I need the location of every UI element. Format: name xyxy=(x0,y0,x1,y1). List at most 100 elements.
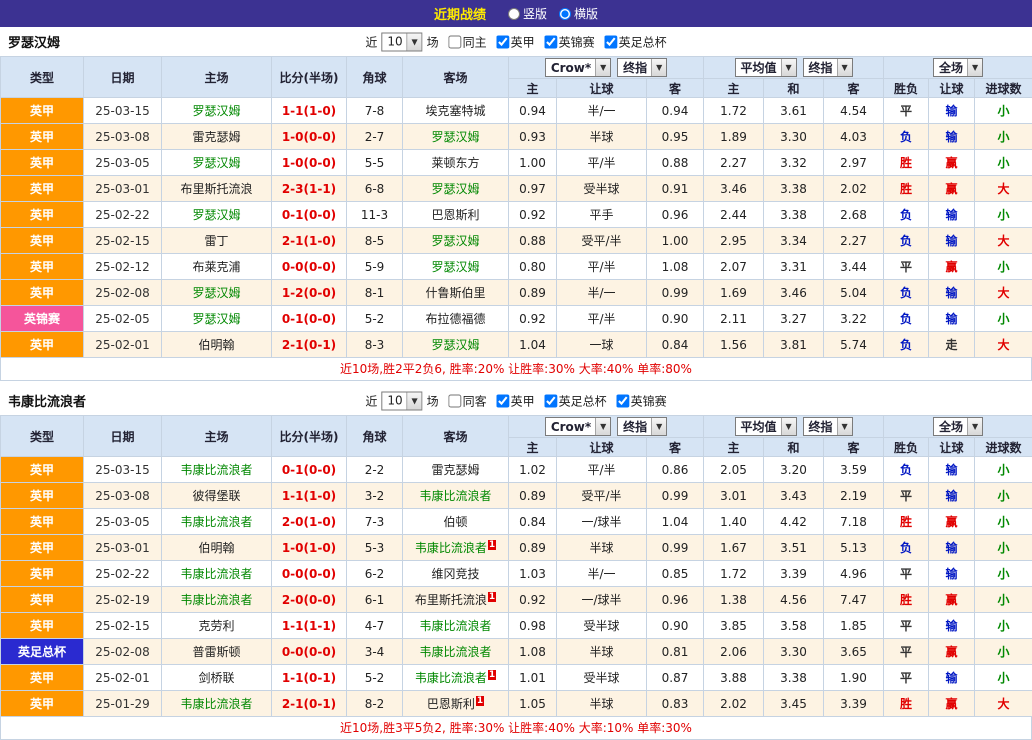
team-name: 埃克塞特城 xyxy=(425,104,485,118)
team-name: 布里斯托流浪 xyxy=(415,593,487,607)
filter-same-away-checkbox[interactable] xyxy=(449,394,462,407)
away-team: 埃克塞特城 xyxy=(403,98,509,124)
filter-same-home-checkbox[interactable] xyxy=(449,35,462,48)
ah-line: 半球 xyxy=(557,124,647,150)
filter-fa-cup[interactable]: 英足总杯 xyxy=(605,33,667,50)
filter-fa-cup-checkbox[interactable] xyxy=(605,35,618,48)
page-title: 近期战绩 xyxy=(434,4,486,23)
away-team: 韦康比流浪者 xyxy=(403,483,509,509)
layout-vertical-radio[interactable] xyxy=(508,8,520,20)
matches-body: 英甲25-03-15韦康比流浪者0-1(0-0)2-2雷克瑟姆1.02平/半0.… xyxy=(1,457,1032,717)
asian-odds-group: Crow*▼ 终指▼ xyxy=(509,57,704,79)
layout-horizontal-radio[interactable] xyxy=(559,8,571,20)
match-date: 25-03-15 xyxy=(84,457,162,483)
average-select[interactable]: 平均值▼ xyxy=(735,58,797,77)
euro-home-odds: 2.07 xyxy=(704,254,764,280)
filter-label: 同客 xyxy=(463,392,487,409)
away-team: 韦康比流浪者 xyxy=(403,639,509,665)
handicap-result: 输 xyxy=(929,306,975,332)
bookmaker-select[interactable]: Crow*▼ xyxy=(545,58,611,77)
match-row: 英甲25-02-19韦康比流浪者2-0(0-0)6-1布里斯托流浪10.92一/… xyxy=(1,587,1032,613)
filter-league-one[interactable]: 英甲 xyxy=(497,392,535,409)
euro-home-odds: 1.72 xyxy=(704,98,764,124)
filter-league-one-checkbox[interactable] xyxy=(497,394,510,407)
col-header-eu-home: 主 xyxy=(704,79,764,98)
ah-line: 半球 xyxy=(557,639,647,665)
league-badge: 英锦赛 xyxy=(1,306,84,332)
layout-option-vertical[interactable]: 竖版 xyxy=(508,5,547,22)
euro-home-odds: 1.56 xyxy=(704,332,764,358)
average-stage-select[interactable]: 终指▼ xyxy=(803,417,853,436)
section-wycombe: 韦康比流浪者 近 10▼ 场 同客 英甲 英足总杯 英锦赛 类型 xyxy=(0,386,1032,740)
corners: 6-8 xyxy=(347,176,403,202)
recent-count-select[interactable]: 10▼ xyxy=(381,391,422,410)
filter-label: 英甲 xyxy=(511,33,535,50)
filter-same-away[interactable]: 同客 xyxy=(449,392,487,409)
filter-fa-cup[interactable]: 英足总杯 xyxy=(545,392,607,409)
recent-results-panel: 近期战绩 竖版 横版 罗瑟汉姆 近 10▼ 场 同主 英甲 英锦赛 英足总杯 xyxy=(0,0,1032,740)
bookmaker-select[interactable]: Crow*▼ xyxy=(545,417,611,436)
ah-home-odds: 1.03 xyxy=(509,561,557,587)
match-row: 英甲25-03-05韦康比流浪者2-0(1-0)7-3伯顿0.84一/球半1.0… xyxy=(1,509,1032,535)
filter-league-one[interactable]: 英甲 xyxy=(497,33,535,50)
ah-line: 一球 xyxy=(557,332,647,358)
ah-away-odds: 0.88 xyxy=(647,150,704,176)
goals-result: 小 xyxy=(975,306,1032,332)
filter-efl-trophy-checkbox[interactable] xyxy=(617,394,630,407)
col-header-eu-away: 客 xyxy=(824,438,884,457)
euro-draw-odds: 3.51 xyxy=(764,535,824,561)
match-result: 负 xyxy=(884,332,929,358)
team-name: 雷克瑟姆 xyxy=(431,463,479,477)
ah-line: 受半球 xyxy=(557,613,647,639)
filter-efl-trophy-checkbox[interactable] xyxy=(545,35,558,48)
match-result: 负 xyxy=(884,124,929,150)
ah-home-odds: 0.92 xyxy=(509,306,557,332)
bookmaker-stage-select[interactable]: 终指▼ xyxy=(617,417,667,436)
league-badge: 英甲 xyxy=(1,587,84,613)
col-header-corners: 角球 xyxy=(347,57,403,98)
goals-result: 大 xyxy=(975,332,1032,358)
ah-home-odds: 1.04 xyxy=(509,332,557,358)
match-result: 负 xyxy=(884,457,929,483)
corners: 11-3 xyxy=(347,202,403,228)
corners: 7-3 xyxy=(347,509,403,535)
team-name: 什鲁斯伯里 xyxy=(425,286,485,300)
filter-fa-cup-checkbox[interactable] xyxy=(545,394,558,407)
euro-draw-odds: 3.34 xyxy=(764,228,824,254)
scope-select[interactable]: 全场▼ xyxy=(933,58,983,77)
handicap-result: 输 xyxy=(929,98,975,124)
col-header-date: 日期 xyxy=(84,416,162,457)
filter-efl-trophy[interactable]: 英锦赛 xyxy=(617,392,667,409)
euro-home-odds: 2.05 xyxy=(704,457,764,483)
ah-home-odds: 1.01 xyxy=(509,665,557,691)
scope-select[interactable]: 全场▼ xyxy=(933,417,983,436)
match-date: 25-02-01 xyxy=(84,665,162,691)
filter-efl-trophy[interactable]: 英锦赛 xyxy=(545,33,595,50)
handicap-result: 输 xyxy=(929,457,975,483)
col-header-ah-line: 让球 xyxy=(557,79,647,98)
goals-result: 小 xyxy=(975,457,1032,483)
recent-count-select[interactable]: 10▼ xyxy=(381,32,422,51)
home-team: 罗瑟汉姆 xyxy=(162,280,272,306)
filter-same-home[interactable]: 同主 xyxy=(449,33,487,50)
average-select[interactable]: 平均值▼ xyxy=(735,417,797,436)
ah-home-odds: 0.94 xyxy=(509,98,557,124)
team-name: 布拉德福德 xyxy=(425,312,485,326)
handicap-result: 输 xyxy=(929,483,975,509)
average-stage-select[interactable]: 终指▼ xyxy=(803,58,853,77)
league-badge: 英甲 xyxy=(1,228,84,254)
team-name: 韦康比流浪者 xyxy=(419,645,491,659)
handicap-result: 赢 xyxy=(929,150,975,176)
filter-league-one-checkbox[interactable] xyxy=(497,35,510,48)
filter-label: 英锦赛 xyxy=(631,392,667,409)
layout-option-horizontal[interactable]: 横版 xyxy=(559,5,598,22)
score: 1-2(0-0) xyxy=(272,280,347,306)
ah-away-odds: 0.81 xyxy=(647,639,704,665)
section-header: 罗瑟汉姆 近 10▼ 场 同主 英甲 英锦赛 英足总杯 xyxy=(0,27,1032,56)
col-header-date: 日期 xyxy=(84,57,162,98)
bookmaker-stage-select[interactable]: 终指▼ xyxy=(617,58,667,77)
recent-prefix-label: 近 xyxy=(365,33,377,50)
score: 2-1(0-1) xyxy=(272,691,347,717)
away-team: 雷克瑟姆 xyxy=(403,457,509,483)
red-card-badge: 1 xyxy=(476,696,484,706)
